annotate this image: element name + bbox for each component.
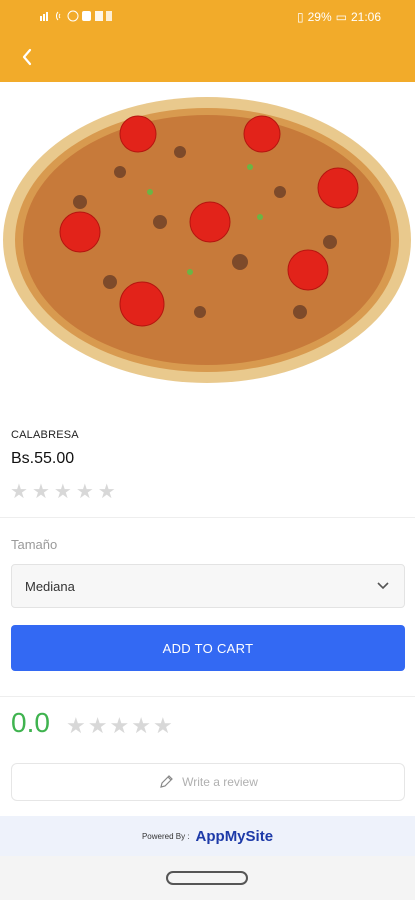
- system-nav-bar: [0, 856, 415, 900]
- powered-by-text: Powered By :: [141, 831, 190, 841]
- star-icon: ★: [10, 481, 28, 503]
- clock: 21:06: [350, 10, 381, 24]
- status-bar: ▯ 29% ▭ 21:06: [0, 0, 415, 34]
- home-gesture-handle[interactable]: [166, 871, 248, 885]
- divider: [0, 517, 415, 518]
- star-icon: ★: [66, 713, 86, 738]
- app-header: ▯ 29% ▭ 21:06: [0, 0, 415, 82]
- chevron-down-icon: [377, 582, 389, 590]
- star-icon: ★: [109, 713, 130, 738]
- star-icon: ★: [31, 481, 50, 503]
- star-icon: ★: [75, 481, 94, 503]
- brand-logo: AppMySite: [195, 827, 274, 845]
- back-button[interactable]: [14, 44, 40, 70]
- status-icons-right: ▯ 29% ▭ 21:06: [297, 10, 381, 24]
- powered-by-footer: Powered By : AppMySite: [0, 816, 415, 856]
- chevron-left-icon: [22, 48, 32, 66]
- product-name: CALABRESA: [11, 429, 79, 441]
- star-icon: ★: [87, 713, 108, 738]
- star-icon: ★: [152, 713, 173, 738]
- battery-percent: 29%: [307, 10, 332, 24]
- product-star-rating: ★ ★ ★ ★ ★: [10, 482, 116, 502]
- size-selected-value: Mediana: [25, 579, 75, 594]
- status-icons-left: [40, 10, 112, 22]
- average-rating: 0.0: [11, 707, 50, 738]
- product-price: Bs.55.00: [11, 450, 75, 467]
- notification-icons: [40, 10, 112, 22]
- pizza-image: [3, 97, 411, 383]
- star-icon: ★: [131, 713, 151, 738]
- size-label: Tamaño: [11, 537, 58, 552]
- product-image: [0, 82, 415, 412]
- write-review-button[interactable]: Write a review: [11, 763, 405, 801]
- review-star-rating: ★ ★ ★ ★ ★: [66, 715, 173, 737]
- size-select[interactable]: Mediana: [11, 564, 405, 608]
- pencil-icon: [160, 775, 173, 788]
- vibrate-icon: ▯: [296, 10, 304, 24]
- divider: [0, 696, 415, 697]
- battery-icon: ▭: [335, 10, 347, 24]
- star-icon: ★: [97, 481, 116, 503]
- add-to-cart-button[interactable]: ADD TO CART: [11, 625, 405, 671]
- write-review-label: Write a review: [182, 775, 258, 789]
- star-icon: ★: [53, 481, 72, 503]
